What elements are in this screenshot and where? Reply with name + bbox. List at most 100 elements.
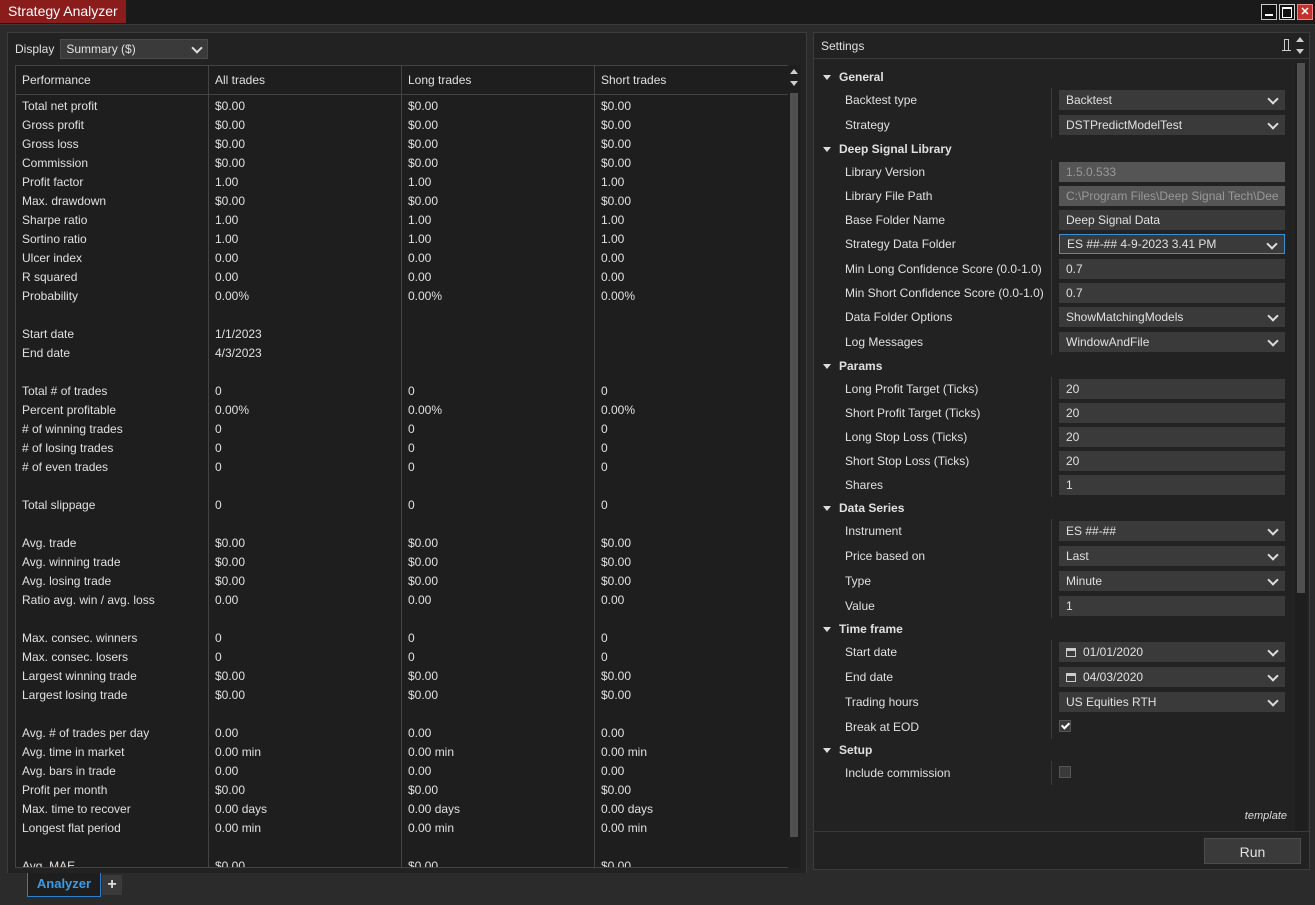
category-params[interactable]: Params [814, 355, 1290, 377]
dropdown[interactable]: Backtest [1059, 90, 1285, 110]
metric-value [595, 477, 788, 496]
minimize-button[interactable] [1261, 4, 1277, 20]
collapse-triangle-icon[interactable] [823, 748, 831, 753]
chevron-down-icon [1267, 524, 1279, 536]
metric-value [209, 610, 402, 629]
text-field[interactable]: 20 [1059, 379, 1285, 399]
collapse-triangle-icon[interactable] [823, 147, 831, 152]
property-label: Long Profit Target (Ticks) [845, 382, 979, 396]
scrollbar-thumb[interactable] [790, 93, 798, 837]
category-time-frame[interactable]: Time frame [814, 618, 1290, 640]
column-divider [1051, 377, 1052, 497]
run-button[interactable]: Run [1204, 838, 1301, 864]
date-picker[interactable]: 01/01/2020 [1059, 642, 1285, 662]
property-label: Log Messages [845, 335, 924, 349]
header-performance[interactable]: Performance [16, 66, 209, 94]
metric-value: 0.00 min [408, 821, 455, 835]
metric-value [595, 705, 788, 724]
category-setup[interactable]: Setup [814, 739, 1290, 761]
dropdown[interactable]: WindowAndFile [1059, 332, 1285, 352]
add-tab-button[interactable]: + [102, 875, 122, 895]
property-row: Short Profit Target (Ticks) 20 [814, 401, 1290, 425]
property-label: Shares [845, 478, 884, 492]
metric-value: 0.00 min [215, 745, 262, 759]
table-row [16, 477, 788, 496]
grid-scrollbar[interactable] [788, 65, 800, 868]
header-all-trades[interactable]: All trades [209, 66, 402, 94]
property-row: Long Stop Loss (Ticks) 20 [814, 425, 1290, 449]
date-picker[interactable]: 04/03/2020 [1059, 667, 1285, 687]
dropdown[interactable]: Last [1059, 546, 1285, 566]
settings-scrollbar[interactable] [1295, 63, 1307, 831]
dropdown[interactable]: ES ##-## 4-9-2023 3.41 PM [1059, 234, 1285, 254]
dropdown[interactable]: Minute [1059, 571, 1285, 591]
metric-value: $0.00 [215, 574, 246, 588]
metric-label [16, 705, 209, 724]
metric-value: $0.00 [215, 783, 246, 797]
text-field[interactable]: Deep Signal Data [1059, 210, 1285, 230]
metric-label: Avg. MAE [22, 859, 76, 868]
metric-value: $0.00 [215, 859, 246, 868]
display-select[interactable]: Summary ($) [60, 39, 209, 59]
pin-icon[interactable] [1282, 39, 1291, 51]
chevron-down-icon [1267, 310, 1279, 322]
collapse-triangle-icon[interactable] [823, 75, 831, 80]
metric-label: End date [22, 346, 71, 360]
metric-value: 0.00% [601, 403, 636, 417]
include-commission-checkbox[interactable] [1059, 766, 1071, 778]
property-value: ES ##-## [1066, 524, 1117, 538]
property-row: Strategy Data Folder ES ##-## 4-9-2023 3.… [814, 232, 1290, 257]
text-field[interactable]: 20 [1059, 427, 1285, 447]
category-deep-signal-library[interactable]: Deep Signal Library [814, 138, 1290, 160]
metric-label: # of even trades [22, 460, 109, 474]
metric-value: $0.00 [215, 156, 246, 170]
template-link[interactable]: template [1245, 810, 1287, 822]
text-field[interactable]: 0.7 [1059, 259, 1285, 279]
table-row: Profit per month $0.00 $0.00 $0.00 [16, 781, 788, 800]
dropdown[interactable]: ShowMatchingModels [1059, 307, 1285, 327]
table-row: # of even trades 0 0 0 [16, 458, 788, 477]
text-field[interactable]: 20 [1059, 403, 1285, 423]
dropdown[interactable]: US Equities RTH [1059, 692, 1285, 712]
category-data-series[interactable]: Data Series [814, 497, 1290, 519]
metric-value: 0.00 [601, 726, 625, 740]
header-long-trades[interactable]: Long trades [402, 66, 595, 94]
collapse-triangle-icon[interactable] [823, 506, 831, 511]
metric-value [402, 610, 595, 629]
text-field[interactable]: 1 [1059, 596, 1285, 616]
maximize-icon [1282, 7, 1292, 18]
text-field[interactable]: 1 [1059, 475, 1285, 495]
chevron-down-icon [1267, 335, 1279, 347]
text-field[interactable]: 0.7 [1059, 283, 1285, 303]
maximize-button[interactable] [1279, 4, 1295, 20]
scrollbar-thumb[interactable] [1297, 63, 1305, 593]
metric-label: Sharpe ratio [22, 213, 88, 227]
close-icon: ✕ [1300, 6, 1310, 18]
category-general[interactable]: General [814, 66, 1290, 88]
property-row: Min Long Confidence Score (0.0-1.0) 0.7 [814, 257, 1290, 281]
property-value: 01/01/2020 [1083, 645, 1144, 659]
collapse-triangle-icon[interactable] [823, 627, 831, 632]
scroll-down-icon[interactable] [1296, 49, 1304, 54]
category-label: Deep Signal Library [839, 142, 952, 156]
text-field[interactable]: 20 [1059, 451, 1285, 471]
scroll-up-icon[interactable] [1296, 37, 1304, 42]
table-row: Gross loss $0.00 $0.00 $0.00 [16, 135, 788, 154]
metric-value: 0.00 min [601, 745, 648, 759]
dropdown[interactable]: ES ##-## [1059, 521, 1285, 541]
metric-label: Total slippage [22, 498, 96, 512]
metric-value: 1.00 [408, 175, 432, 189]
close-button[interactable]: ✕ [1297, 4, 1313, 20]
scroll-up-icon[interactable] [790, 69, 798, 74]
tab-analyzer[interactable]: Analyzer [27, 873, 101, 897]
header-short-trades[interactable]: Short trades [595, 66, 788, 94]
metric-value: 0.00 [408, 726, 432, 740]
metric-value: 1.00 [601, 213, 625, 227]
chevron-down-icon [1266, 238, 1278, 250]
break-at-eod-checkbox[interactable] [1059, 720, 1071, 732]
dropdown[interactable]: DSTPredictModelTest [1059, 115, 1285, 135]
scroll-down-icon[interactable] [790, 81, 798, 86]
collapse-triangle-icon[interactable] [823, 364, 831, 369]
property-label: Trading hours [845, 695, 919, 709]
metric-value [402, 515, 595, 534]
